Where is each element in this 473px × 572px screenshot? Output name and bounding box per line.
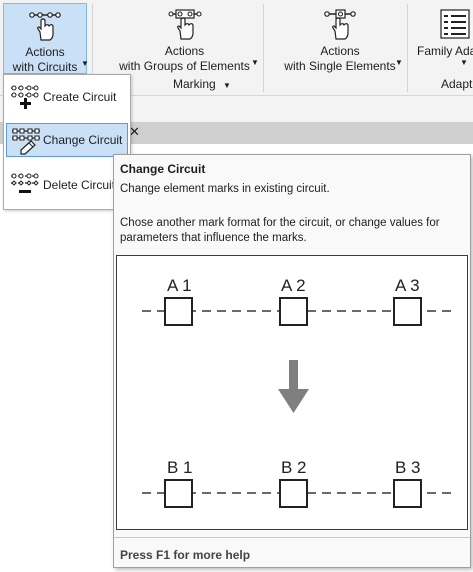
circuit-change-diagram: A 1 A 2 A 3 B 1 B 2 B 3 <box>142 276 452 508</box>
actions-with-single-elements-button[interactable]: Actions with Single Elements ▼ <box>276 3 404 74</box>
top-element-3 <box>393 297 422 326</box>
top-element-2 <box>279 297 308 326</box>
marking-group-label[interactable]: Marking ▼ <box>173 77 231 91</box>
chevron-down-icon: ▼ <box>81 59 89 68</box>
bottom-label-3: B 3 <box>395 458 421 477</box>
change-circuit-icon <box>12 128 40 155</box>
change-circuit-tooltip: Change Circuit Change element marks in e… <box>113 154 471 568</box>
circuit-hand-icon <box>29 12 61 41</box>
chevron-down-icon: ▼ <box>395 58 403 67</box>
actions-with-groups-button[interactable]: Actions with Groups of Elements ▼ <box>112 3 259 74</box>
top-label-1: A 1 <box>167 276 192 295</box>
tooltip-illustration: A 1 A 2 A 3 B 1 B 2 B 3 <box>116 255 468 530</box>
menu-item-delete-circuit[interactable]: Delete Circuit <box>6 168 128 202</box>
group-hand-icon <box>167 9 202 40</box>
bottom-label-1: B 1 <box>167 458 193 477</box>
tooltip-divider <box>114 537 470 538</box>
adapt-group-label: Adapt <box>441 77 473 91</box>
actions-with-circuits-label-1: Actions <box>25 45 65 59</box>
tooltip-help-hint: Press F1 for more help <box>120 548 251 562</box>
menu-item-label: Delete Circuit <box>43 178 116 192</box>
actions-with-groups-label-2: with Groups of Elements <box>119 59 250 73</box>
tooltip-details: Chose another mark format for the circui… <box>120 217 440 244</box>
chevron-down-icon: ▼ <box>251 58 259 67</box>
bottom-label-2: B 2 <box>281 458 307 477</box>
delete-circuit-icon <box>11 173 39 193</box>
family-list-icon <box>440 9 470 39</box>
top-label-2: A 2 <box>281 276 306 295</box>
top-label-3: A 3 <box>395 276 420 295</box>
actions-with-circuits-button[interactable]: Actions with Circuits ▼ <box>3 3 89 74</box>
ribbon-separator <box>263 4 264 92</box>
menu-item-create-circuit[interactable]: Create Circuit <box>6 80 128 114</box>
down-arrow-icon <box>278 360 309 413</box>
actions-with-single-elements-label-2: with Single Elements <box>284 59 396 73</box>
circuit-actions-menu: Create Circuit Change Circuit Delete Cir… <box>3 74 131 210</box>
menu-item-change-circuit[interactable]: Change Circuit <box>6 123 128 157</box>
ribbon-separator <box>407 4 408 92</box>
tooltip-description: Change element marks in existing circuit… <box>120 183 330 195</box>
bottom-element-1 <box>164 479 193 508</box>
menu-item-label: Change Circuit <box>43 133 123 147</box>
bottom-element-3 <box>393 479 422 508</box>
tooltip-title: Change Circuit <box>120 162 206 176</box>
family-adapt-button[interactable]: Family Ada ▼ <box>412 3 473 74</box>
single-element-hand-icon <box>324 9 356 40</box>
actions-with-circuits-label-2: with Circuits <box>12 60 78 74</box>
marking-group-text: Marking <box>173 77 216 91</box>
create-circuit-icon <box>11 85 39 109</box>
actions-with-groups-label-1: Actions <box>164 44 205 58</box>
chevron-down-icon: ▼ <box>460 58 468 67</box>
actions-with-single-elements-label-1: Actions <box>320 44 360 58</box>
top-element-1 <box>164 297 193 326</box>
menu-item-label: Create Circuit <box>43 90 117 104</box>
bottom-element-2 <box>279 479 308 508</box>
chevron-down-icon: ▼ <box>223 81 231 90</box>
